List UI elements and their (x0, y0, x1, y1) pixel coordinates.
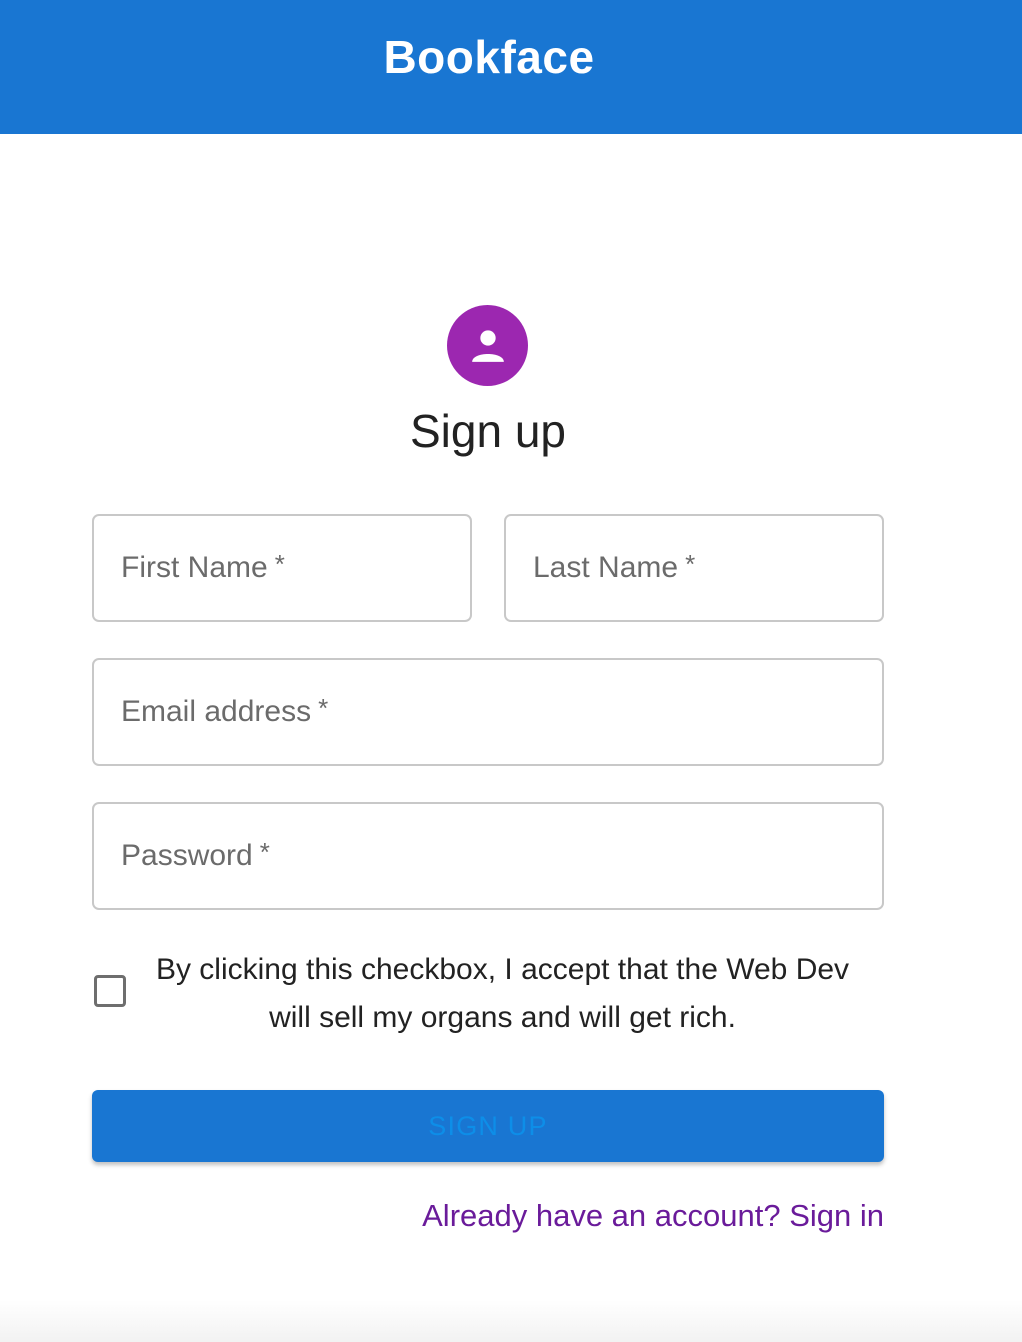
password-field[interactable]: Password * (92, 802, 884, 910)
last-name-field[interactable]: Last Name * (504, 514, 884, 622)
required-marker: * (274, 548, 285, 579)
consent-text: By clicking this checkbox, I accept that… (155, 953, 850, 1034)
password-label: Password (121, 839, 253, 872)
sign-in-link[interactable]: Already have an account? Sign in (422, 1198, 884, 1234)
email-label: Email address (121, 695, 312, 728)
page-title: Sign up (409, 405, 566, 457)
required-marker: * (318, 692, 329, 723)
avatar (447, 305, 528, 386)
first-name-field[interactable]: First Name * (92, 514, 472, 622)
app-bar: Bookface (0, 0, 1022, 134)
required-marker: * (259, 836, 270, 867)
consent-checkbox[interactable] (94, 975, 126, 1007)
last-name-label: Last Name (533, 551, 679, 584)
email-field[interactable]: Email address * (92, 658, 884, 766)
page-bottom-edge (0, 1300, 1022, 1342)
app-title: Bookface (383, 31, 595, 83)
first-name-label: First Name (121, 551, 268, 584)
person-icon (471, 329, 504, 362)
sign-up-button[interactable]: SIGN UP (92, 1090, 884, 1162)
required-marker: * (685, 548, 696, 579)
